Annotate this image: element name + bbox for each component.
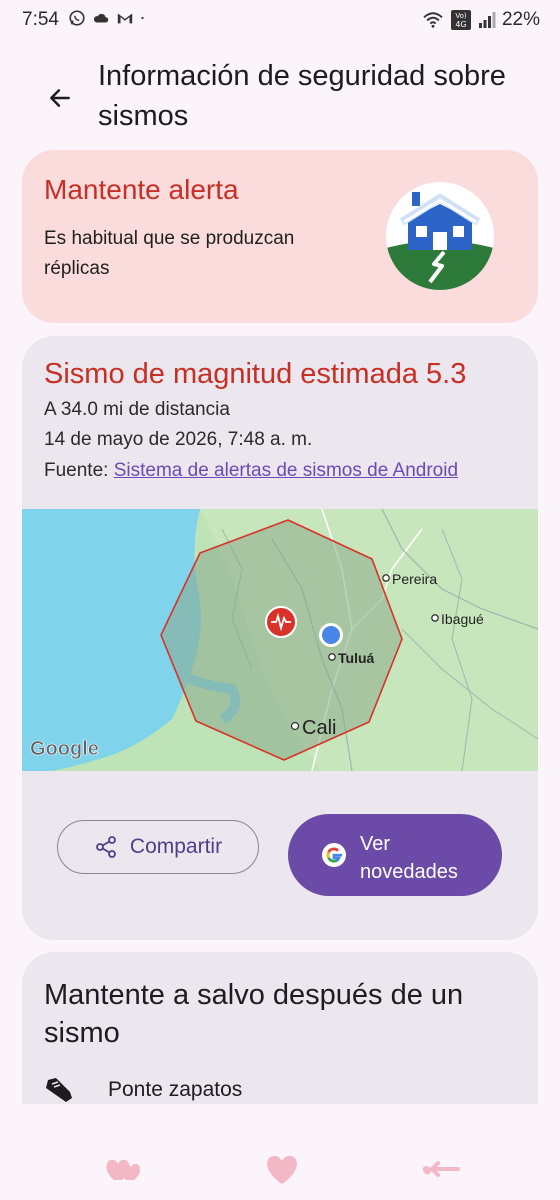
source-prefix: Fuente: <box>44 460 109 481</box>
home-icon[interactable] <box>262 1152 302 1186</box>
safety-item-shoes: Ponte zapatos <box>44 1076 242 1104</box>
svg-text:Pereira: Pereira <box>392 571 437 587</box>
status-time: 7:54 <box>22 9 59 30</box>
back-nav-icon[interactable] <box>418 1152 460 1184</box>
wifi-call-icon <box>423 12 443 28</box>
house-crack-icon <box>386 182 494 290</box>
system-icons: Vo) 4G 22% <box>422 9 540 31</box>
house-quake-illustration <box>386 182 494 290</box>
notification-icons <box>68 9 150 27</box>
svg-text:4G: 4G <box>455 20 466 29</box>
map-attribution: Google <box>30 738 99 760</box>
shoe-icon <box>46 1078 72 1102</box>
google-g-icon <box>322 843 346 867</box>
source-link[interactable]: Sistema de alertas de sismos de Android <box>114 460 458 481</box>
safety-tips-card: Mantente a salvo después de un sismo Pon… <box>22 952 538 1104</box>
view-news-button[interactable]: Ver novedades <box>288 814 502 896</box>
dot-icon <box>141 16 144 20</box>
epicenter-marker[interactable] <box>265 606 297 638</box>
svg-text:Cali: Cali <box>302 717 336 739</box>
page-title: Información de seguridad sobre sismos <box>98 60 506 132</box>
quake-datetime: 14 de mayo de 2026, 7:48 a. m. <box>44 429 313 450</box>
whatsapp-icon <box>69 10 85 26</box>
cloud-icon <box>93 13 109 23</box>
signal-icon <box>478 12 496 28</box>
quake-source: Fuente: Sistema de alertas de sismos de … <box>44 460 458 482</box>
svg-text:Vo): Vo) <box>455 12 467 20</box>
view-news-label: Ver novedades <box>360 833 458 883</box>
quake-title: Sismo de magnitud estimada 5.3 <box>44 358 467 390</box>
safety-item-label: Ponte zapatos <box>108 1078 243 1101</box>
quake-map[interactable]: Pereira Ibagué Tuluá Cali Google <box>22 509 538 771</box>
alert-title: Mantente alerta <box>44 174 239 205</box>
svg-text:Tuluá: Tuluá <box>338 650 375 666</box>
map-canvas: Pereira Ibagué Tuluá Cali Google <box>22 509 538 771</box>
aftershock-alert-card: Mantente alerta Es habitual que se produ… <box>22 150 538 323</box>
battery-percent: 22% <box>501 9 540 30</box>
user-location-marker <box>319 623 343 647</box>
back-button[interactable] <box>36 78 84 118</box>
gmail-icon <box>117 13 133 24</box>
quake-distance: A 34.0 mi de distancia <box>44 399 230 420</box>
share-button[interactable]: Compartir <box>57 820 259 874</box>
share-label: Compartir <box>129 835 223 858</box>
earthquake-card: Sismo de magnitud estimada 5.3 A 34.0 mi… <box>22 336 538 940</box>
app-bar: Información de seguridad sobre sismos <box>0 48 560 148</box>
recent-apps-icon[interactable] <box>104 1152 144 1184</box>
status-bar: 7:54 Vo) 4G 22% <box>0 0 560 40</box>
share-icon <box>96 836 116 858</box>
volte-4g-icon: Vo) 4G <box>450 10 471 30</box>
svg-text:Ibagué: Ibagué <box>441 611 484 627</box>
safety-title: Mantente a salvo después de un sismo <box>44 979 464 1049</box>
alert-text: Es habitual que se produzcan réplicas <box>44 228 295 279</box>
back-arrow-icon <box>50 89 70 107</box>
bottom-navigation <box>0 1134 560 1200</box>
